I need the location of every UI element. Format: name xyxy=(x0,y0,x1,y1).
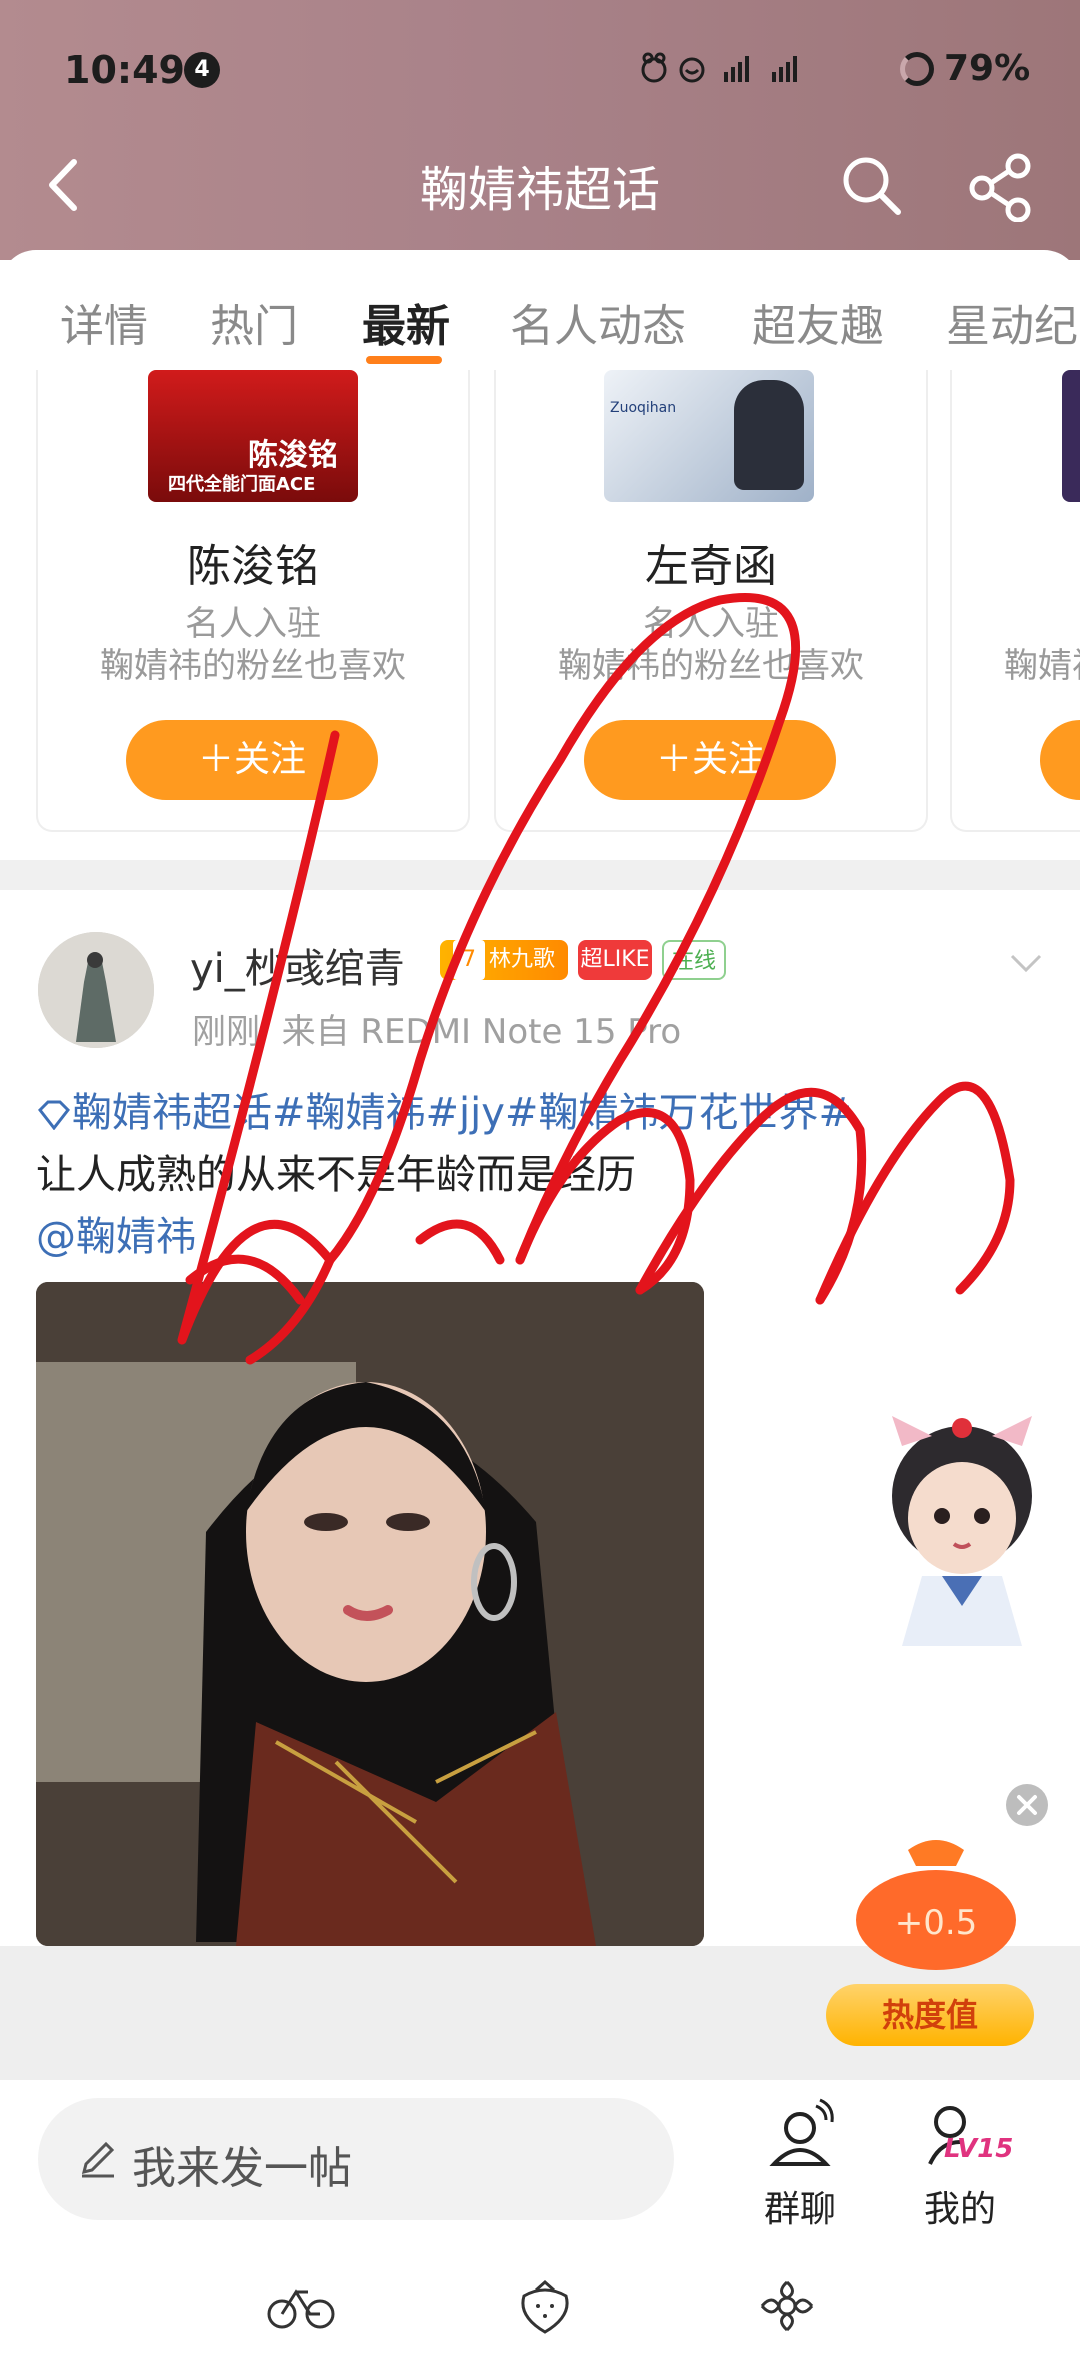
battery-icon xyxy=(900,52,934,86)
follow-button[interactable] xyxy=(1040,720,1080,800)
card-image: Zuoqihan xyxy=(604,370,814,502)
header-background xyxy=(0,0,1080,260)
pencil-icon xyxy=(76,2136,120,2180)
status-time: 10:49 xyxy=(64,48,185,92)
flower-icon[interactable] xyxy=(752,2276,822,2336)
avatar[interactable] xyxy=(38,932,154,1048)
post-time: 刚刚 xyxy=(192,1012,260,1052)
post-text: 让人成熟的从来不是年龄而是经历 xyxy=(36,1152,636,1198)
tab-super-friends[interactable]: 超友趣 xyxy=(752,290,884,354)
reward-bag-icon[interactable]: +0.5 xyxy=(838,1820,1034,1970)
level-number: 7 xyxy=(452,940,485,980)
active-tab-indicator xyxy=(366,356,442,364)
recommend-reason: 鞠婧祎的粉丝也喜欢 xyxy=(100,646,406,686)
post-meta: 刚刚 来自 REDMI Note 15 Pro xyxy=(192,1004,681,1053)
recommend-reason: 鞠婧祎 xyxy=(1004,646,1080,686)
post-image[interactable] xyxy=(36,1282,704,1946)
tab-star-records[interactable]: 星动纪 xyxy=(946,290,1078,354)
follow-button[interactable]: ＋关注 xyxy=(126,720,378,800)
card-image: 陈浚铭 四代全能门面ACE xyxy=(148,370,358,502)
card-image xyxy=(1062,370,1080,502)
recommend-name: 左奇函 xyxy=(645,541,777,592)
status-icons xyxy=(640,48,880,96)
compose-post-placeholder[interactable]: 我来发一帖 xyxy=(132,2132,352,2196)
share-button[interactable] xyxy=(966,152,1036,223)
group-chat-button[interactable]: 群聊 xyxy=(740,2096,860,2230)
tab-bar: 详情 热门 最新 名人动态 超友趣 星动纪 xyxy=(0,250,1080,370)
card-image-caption: 四代全能门面ACE xyxy=(168,474,316,495)
recommend-name: 陈浚铭 xyxy=(187,541,319,592)
notification-count-badge: 4 xyxy=(184,52,220,88)
post-menu-button[interactable] xyxy=(1006,944,1046,984)
post-mention[interactable]: @鞠婧祎 xyxy=(36,1204,196,1262)
my-profile-button[interactable]: LV15 我的 xyxy=(900,2096,1020,2230)
post-tags-text[interactable]: 鞠婧祎超话#鞠婧祎#jjy#鞠婧祎万花世界# xyxy=(72,1090,852,1136)
level-badge: LV15 xyxy=(944,2134,1014,2164)
search-icon xyxy=(843,157,901,215)
tab-celebrity-updates[interactable]: 名人动态 xyxy=(510,290,686,354)
battery-level: 79% xyxy=(944,48,1031,89)
mascot-sticker[interactable] xyxy=(862,1406,1062,1656)
tab-hot[interactable]: 热门 xyxy=(210,290,298,354)
fan-level-badge: 7 林九歌 xyxy=(440,940,568,980)
recommend-card[interactable]: Zuoqihan 左奇函 名人入驻 鞠婧祎的粉丝也喜欢 ＋关注 xyxy=(494,370,928,832)
recommend-card[interactable]: 鞠婧祎 xyxy=(950,370,1080,832)
follow-button[interactable]: ＋关注 xyxy=(584,720,836,800)
chevron-down-icon xyxy=(1010,954,1042,973)
diamond-icon xyxy=(38,1100,70,1131)
post-tags[interactable]: 鞠婧祎超话#鞠婧祎#jjy#鞠婧祎万花世界# xyxy=(36,1080,1046,1138)
section-divider xyxy=(0,860,1080,890)
bicycle-icon[interactable] xyxy=(266,2276,336,2336)
search-button[interactable] xyxy=(836,150,906,220)
card-image-text: 陈浚铭 xyxy=(248,438,338,473)
badge-text: 林九歌 xyxy=(488,947,555,972)
my-profile-label: 我的 xyxy=(923,2189,996,2230)
recommend-card[interactable]: 陈浚铭 四代全能门面ACE 陈浚铭 名人入驻 鞠婧祎的粉丝也喜欢 ＋关注 xyxy=(36,370,470,832)
share-icon xyxy=(969,153,1031,223)
reward-amount: +0.5 xyxy=(895,1903,978,1943)
post-username[interactable]: yi_杪彧绾青 xyxy=(190,936,405,994)
online-badge: 在线 xyxy=(662,940,726,980)
tab-details[interactable]: 详情 xyxy=(60,290,148,354)
post-source: 来自 REDMI Note 15 Pro xyxy=(281,1012,682,1052)
card-image-text: Zuoqihan xyxy=(610,400,677,416)
recommend-reason: 鞠婧祎的粉丝也喜欢 xyxy=(558,646,864,686)
group-chat-icon xyxy=(769,2098,834,2166)
strawberry-icon[interactable] xyxy=(510,2276,580,2336)
page-title: 鞠婧祎超话 xyxy=(419,162,660,218)
tab-latest[interactable]: 最新 xyxy=(362,290,450,354)
super-like-badge: 超LIKE xyxy=(578,940,652,980)
group-chat-label: 群聊 xyxy=(763,2189,836,2230)
heat-value-button[interactable]: 热度值 xyxy=(826,1984,1034,2046)
